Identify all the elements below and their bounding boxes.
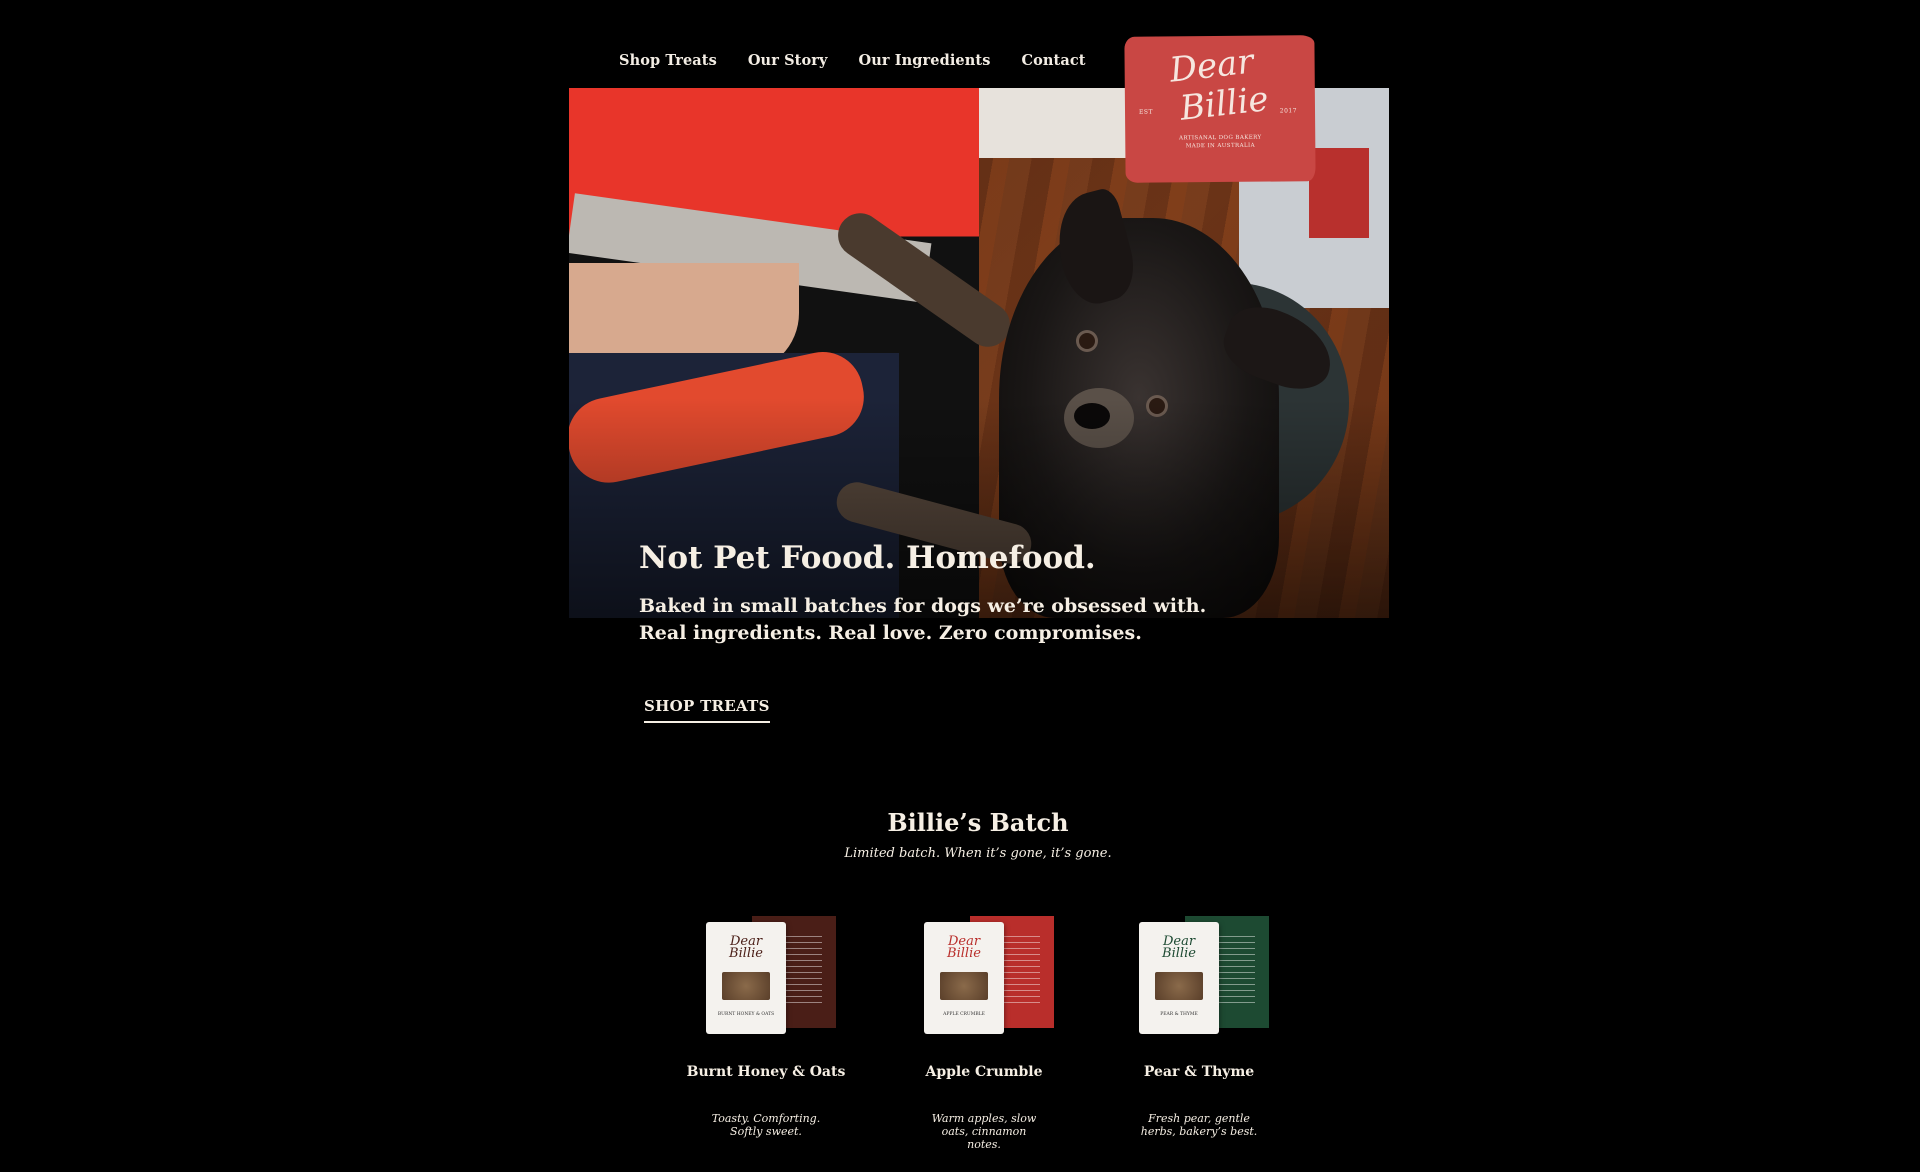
product-description: Warm apples, slow oats, cinnamon notes. bbox=[931, 1112, 1037, 1151]
product-description: Fresh pear, gentle herbs, bakery’s best. bbox=[1140, 1112, 1258, 1138]
hero-lede-line1: Baked in small batches for dogs we’re ob… bbox=[639, 595, 1207, 617]
product-description: Toasty. Comforting. Softly sweet. bbox=[711, 1112, 821, 1138]
main-nav: Shop Treats Our Story Our Ingredients Co… bbox=[619, 52, 1086, 69]
hero-headline: Not Pet Foood. Homefood. bbox=[639, 540, 1096, 576]
product-card[interactable]: Dear Billie PEAR & THYME Pear & Thyme Fre… bbox=[1099, 912, 1299, 1138]
section-subtitle: Limited batch. When it’s gone, it’s gone… bbox=[844, 846, 1112, 861]
pack-label: APPLE CRUMBLE bbox=[943, 1012, 985, 1017]
product-card[interactable]: Dear Billie APPLE CRUMBLE Apple Crumble W… bbox=[884, 912, 1084, 1151]
logo-year: 2017 bbox=[1279, 107, 1298, 115]
brand-logo[interactable]: Dear Billie EST 2017 ARTISANAL DOG BAKER… bbox=[1124, 35, 1316, 183]
pack-label: PEAR & THYME bbox=[1160, 1012, 1198, 1017]
nav-our-story[interactable]: Our Story bbox=[748, 52, 828, 69]
nav-contact[interactable]: Contact bbox=[1021, 52, 1085, 69]
product-name[interactable]: Burnt Honey & Oats bbox=[666, 1064, 866, 1080]
section-title: Billie’s Batch bbox=[887, 808, 1069, 837]
pack-label: BURNT HONEY & OATS bbox=[717, 1012, 775, 1017]
product-name[interactable]: Pear & Thyme bbox=[1099, 1064, 1299, 1080]
logo-est: EST bbox=[1138, 108, 1154, 116]
product-image[interactable]: Dear Billie APPLE CRUMBLE bbox=[914, 912, 1054, 1042]
nav-shop-treats[interactable]: Shop Treats bbox=[619, 52, 717, 69]
hero-lede: Baked in small batches for dogs we’re ob… bbox=[639, 593, 1206, 647]
logo-wordmark-billie: Billie bbox=[1177, 79, 1271, 129]
nav-our-ingredients[interactable]: Our Ingredients bbox=[859, 52, 991, 69]
product-name[interactable]: Apple Crumble bbox=[884, 1064, 1084, 1080]
product-image[interactable]: Dear Billie BURNT HONEY & OATS bbox=[696, 912, 836, 1042]
logo-origin: MADE IN AUSTRALIA bbox=[1185, 142, 1255, 150]
pack-front: Dear Billie BURNT HONEY & OATS bbox=[706, 922, 786, 1034]
pack-front: Dear Billie PEAR & THYME bbox=[1139, 922, 1219, 1034]
product-image[interactable]: Dear Billie PEAR & THYME bbox=[1129, 912, 1269, 1042]
shop-treats-button[interactable]: SHOP TREATS bbox=[644, 697, 770, 723]
product-card[interactable]: Dear Billie BURNT HONEY & OATS Burnt Hone… bbox=[666, 912, 866, 1138]
logo-tagline: ARTISANAL DOG BAKERY bbox=[1178, 134, 1262, 142]
pack-front: Dear Billie APPLE CRUMBLE bbox=[924, 922, 1004, 1034]
hero-lede-line2: Real ingredients. Real love. Zero compro… bbox=[639, 622, 1142, 644]
